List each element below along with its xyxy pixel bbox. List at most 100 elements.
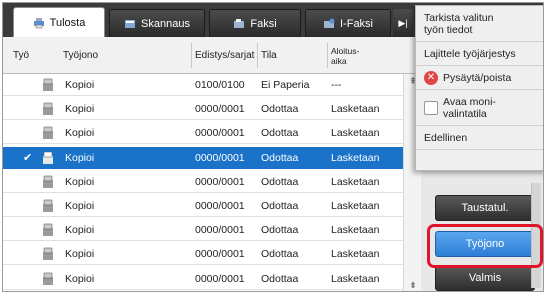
menu-item-sort-label: Lajittele työjärjestys — [424, 47, 516, 60]
menu-item-sort-order[interactable]: Lajittele työjärjestys — [416, 42, 543, 66]
background-jobs-button[interactable]: Taustatul. — [435, 195, 535, 221]
row-job-name: Kopioi — [65, 224, 95, 237]
menu-item-check-line2: työn tiedot — [424, 23, 473, 36]
table-row[interactable]: ✔ Kopioi 0000/0001 Odottaa Lasketaan — [3, 146, 403, 169]
table-row[interactable]: Kopioi 0000/0001 Odottaa Lasketaan — [3, 195, 403, 217]
row-start-time: Lasketaan — [331, 127, 380, 140]
row-start-time: --- — [331, 79, 342, 91]
row-sets: 0100/0100 — [195, 79, 245, 91]
col-separator — [327, 43, 328, 68]
menu-item-multi-line1: Avaa moni- — [443, 95, 496, 108]
row-status: Odottaa — [261, 272, 299, 285]
row-status: Ei Paperia — [261, 79, 310, 91]
job-status-window: Tulosta Skannaus Faksi I-Faksi ▶| Työ Ty… — [2, 2, 544, 292]
menu-item-previous[interactable]: Edellinen — [416, 126, 543, 150]
row-start-time: Lasketaan — [331, 248, 380, 261]
row-sets: 0000/0001 — [195, 151, 245, 164]
copy-job-icon — [43, 175, 53, 188]
tab-fax-label: Faksi — [250, 17, 277, 30]
row-sets: 0000/0001 — [195, 200, 245, 212]
tab-internet-fax[interactable]: I-Faksi — [305, 9, 391, 37]
row-job-name: Kopioi — [65, 272, 95, 285]
print-icon — [33, 17, 44, 28]
multi-select-checkbox[interactable] — [424, 100, 438, 115]
row-status: Odottaa — [261, 151, 299, 164]
row-status: Odottaa — [261, 175, 299, 188]
row-sets: 0000/0001 — [195, 224, 245, 237]
tab-internet-fax-label: I-Faksi — [340, 17, 373, 30]
completed-button[interactable]: Valmis — [435, 265, 535, 291]
row-sets: 0000/0001 — [195, 272, 245, 285]
row-job-name: Kopioi — [65, 175, 95, 188]
tab-scroll-button[interactable]: ▶| — [393, 9, 413, 37]
table-row[interactable]: Kopioi 0000/0001 Odottaa Lasketaan — [3, 268, 403, 290]
row-start-time: Lasketaan — [331, 272, 380, 285]
table-row[interactable]: Kopioi 0000/0001 Odottaa Lasketaan — [3, 171, 403, 193]
copy-job-icon — [43, 127, 53, 140]
table-row[interactable]: Kopioi 0000/0001 Odottaa Lasketaan — [3, 98, 403, 121]
scroll-down-icon[interactable]: ⇟ — [404, 280, 422, 291]
row-sets: 0000/0001 — [195, 175, 245, 188]
copy-job-icon — [43, 102, 53, 116]
copy-job-icon — [43, 199, 53, 212]
menu-item-multi-label: Avaa moni- valintatila — [443, 96, 496, 120]
menu-item-stop-label: Pysäytä/poista — [443, 71, 512, 84]
menu-item-check-line1: Tarkista valitun — [424, 11, 494, 24]
stop-delete-icon: ✕ — [424, 70, 438, 85]
row-start-time: Lasketaan — [331, 175, 380, 188]
internet-fax-icon — [324, 18, 335, 28]
row-sets: 0000/0001 — [195, 248, 245, 261]
menu-item-previous-label: Edellinen — [424, 131, 468, 144]
menu-item-multi-select[interactable]: Avaa moni- valintatila — [416, 90, 543, 126]
row-start-time: Lasketaan — [331, 151, 380, 164]
menu-item-multi-line2: valintatila — [443, 107, 487, 120]
row-sets: 0000/0001 — [195, 103, 245, 116]
tab-fax[interactable]: Faksi — [209, 9, 301, 37]
copy-job-icon — [43, 223, 53, 237]
copy-job-icon — [43, 151, 53, 164]
row-job-name: Kopioi — [65, 151, 95, 164]
row-job-name: Kopioi — [65, 127, 95, 140]
scan-icon — [125, 19, 136, 28]
highlight-outline — [427, 224, 543, 268]
copy-job-icon — [43, 272, 53, 285]
col-separator — [257, 43, 258, 68]
copy-job-icon — [43, 78, 53, 91]
row-start-time: Lasketaan — [331, 224, 380, 237]
tab-print-label: Tulosta — [49, 16, 86, 29]
row-job-name: Kopioi — [65, 248, 95, 261]
tab-print[interactable]: Tulosta — [13, 7, 105, 37]
row-status: Odottaa — [261, 103, 299, 116]
col-header-start-line2: aika — [331, 55, 347, 66]
col-header-sets: Edistys/sarjat — [195, 50, 255, 61]
fax-icon — [234, 18, 245, 28]
action-menu: Tarkista valitun työn tiedot Lajittele t… — [415, 5, 543, 171]
copy-job-icon — [43, 248, 53, 261]
row-start-time: Lasketaan — [331, 200, 380, 212]
col-separator — [191, 43, 192, 68]
tab-scan-label: Skannaus — [141, 17, 190, 30]
row-sets: 0000/0001 — [195, 127, 245, 140]
row-status: Odottaa — [261, 200, 299, 212]
row-job-name: Kopioi — [65, 103, 95, 116]
col-header-status: Tila — [261, 50, 277, 61]
selected-check-icon: ✔ — [23, 151, 33, 164]
table-row[interactable]: Kopioi 0000/0001 Odottaa Lasketaan — [3, 122, 403, 145]
menu-item-check-job-details[interactable]: Tarkista valitun työn tiedot — [416, 6, 543, 42]
job-table: Työ Työjono Edistys/sarjat Tila Aloitus-… — [3, 37, 422, 291]
col-header-start-line1: Aloitus- — [331, 45, 360, 56]
table-row[interactable]: Kopioi 0000/0001 Odottaa Lasketaan — [3, 243, 403, 266]
row-job-name: Kopioi — [65, 200, 95, 212]
table-row[interactable]: Kopioi 0000/0001 Odottaa Lasketaan — [3, 219, 403, 242]
menu-item-stop-delete[interactable]: ✕ Pysäytä/poista — [416, 66, 543, 90]
row-start-time: Lasketaan — [331, 103, 380, 116]
row-status: Odottaa — [261, 248, 299, 261]
table-header: Työ Työjono Edistys/sarjat Tila Aloitus-… — [3, 37, 421, 74]
tab-scan[interactable]: Skannaus — [109, 9, 205, 37]
col-header-type: Työ — [13, 50, 30, 61]
table-row[interactable]: Kopioi 0100/0100 Ei Paperia --- — [3, 74, 403, 96]
col-header-job: Työjono — [63, 50, 99, 61]
row-status: Odottaa — [261, 224, 299, 237]
row-status: Odottaa — [261, 127, 299, 140]
row-job-name: Kopioi — [65, 79, 95, 91]
